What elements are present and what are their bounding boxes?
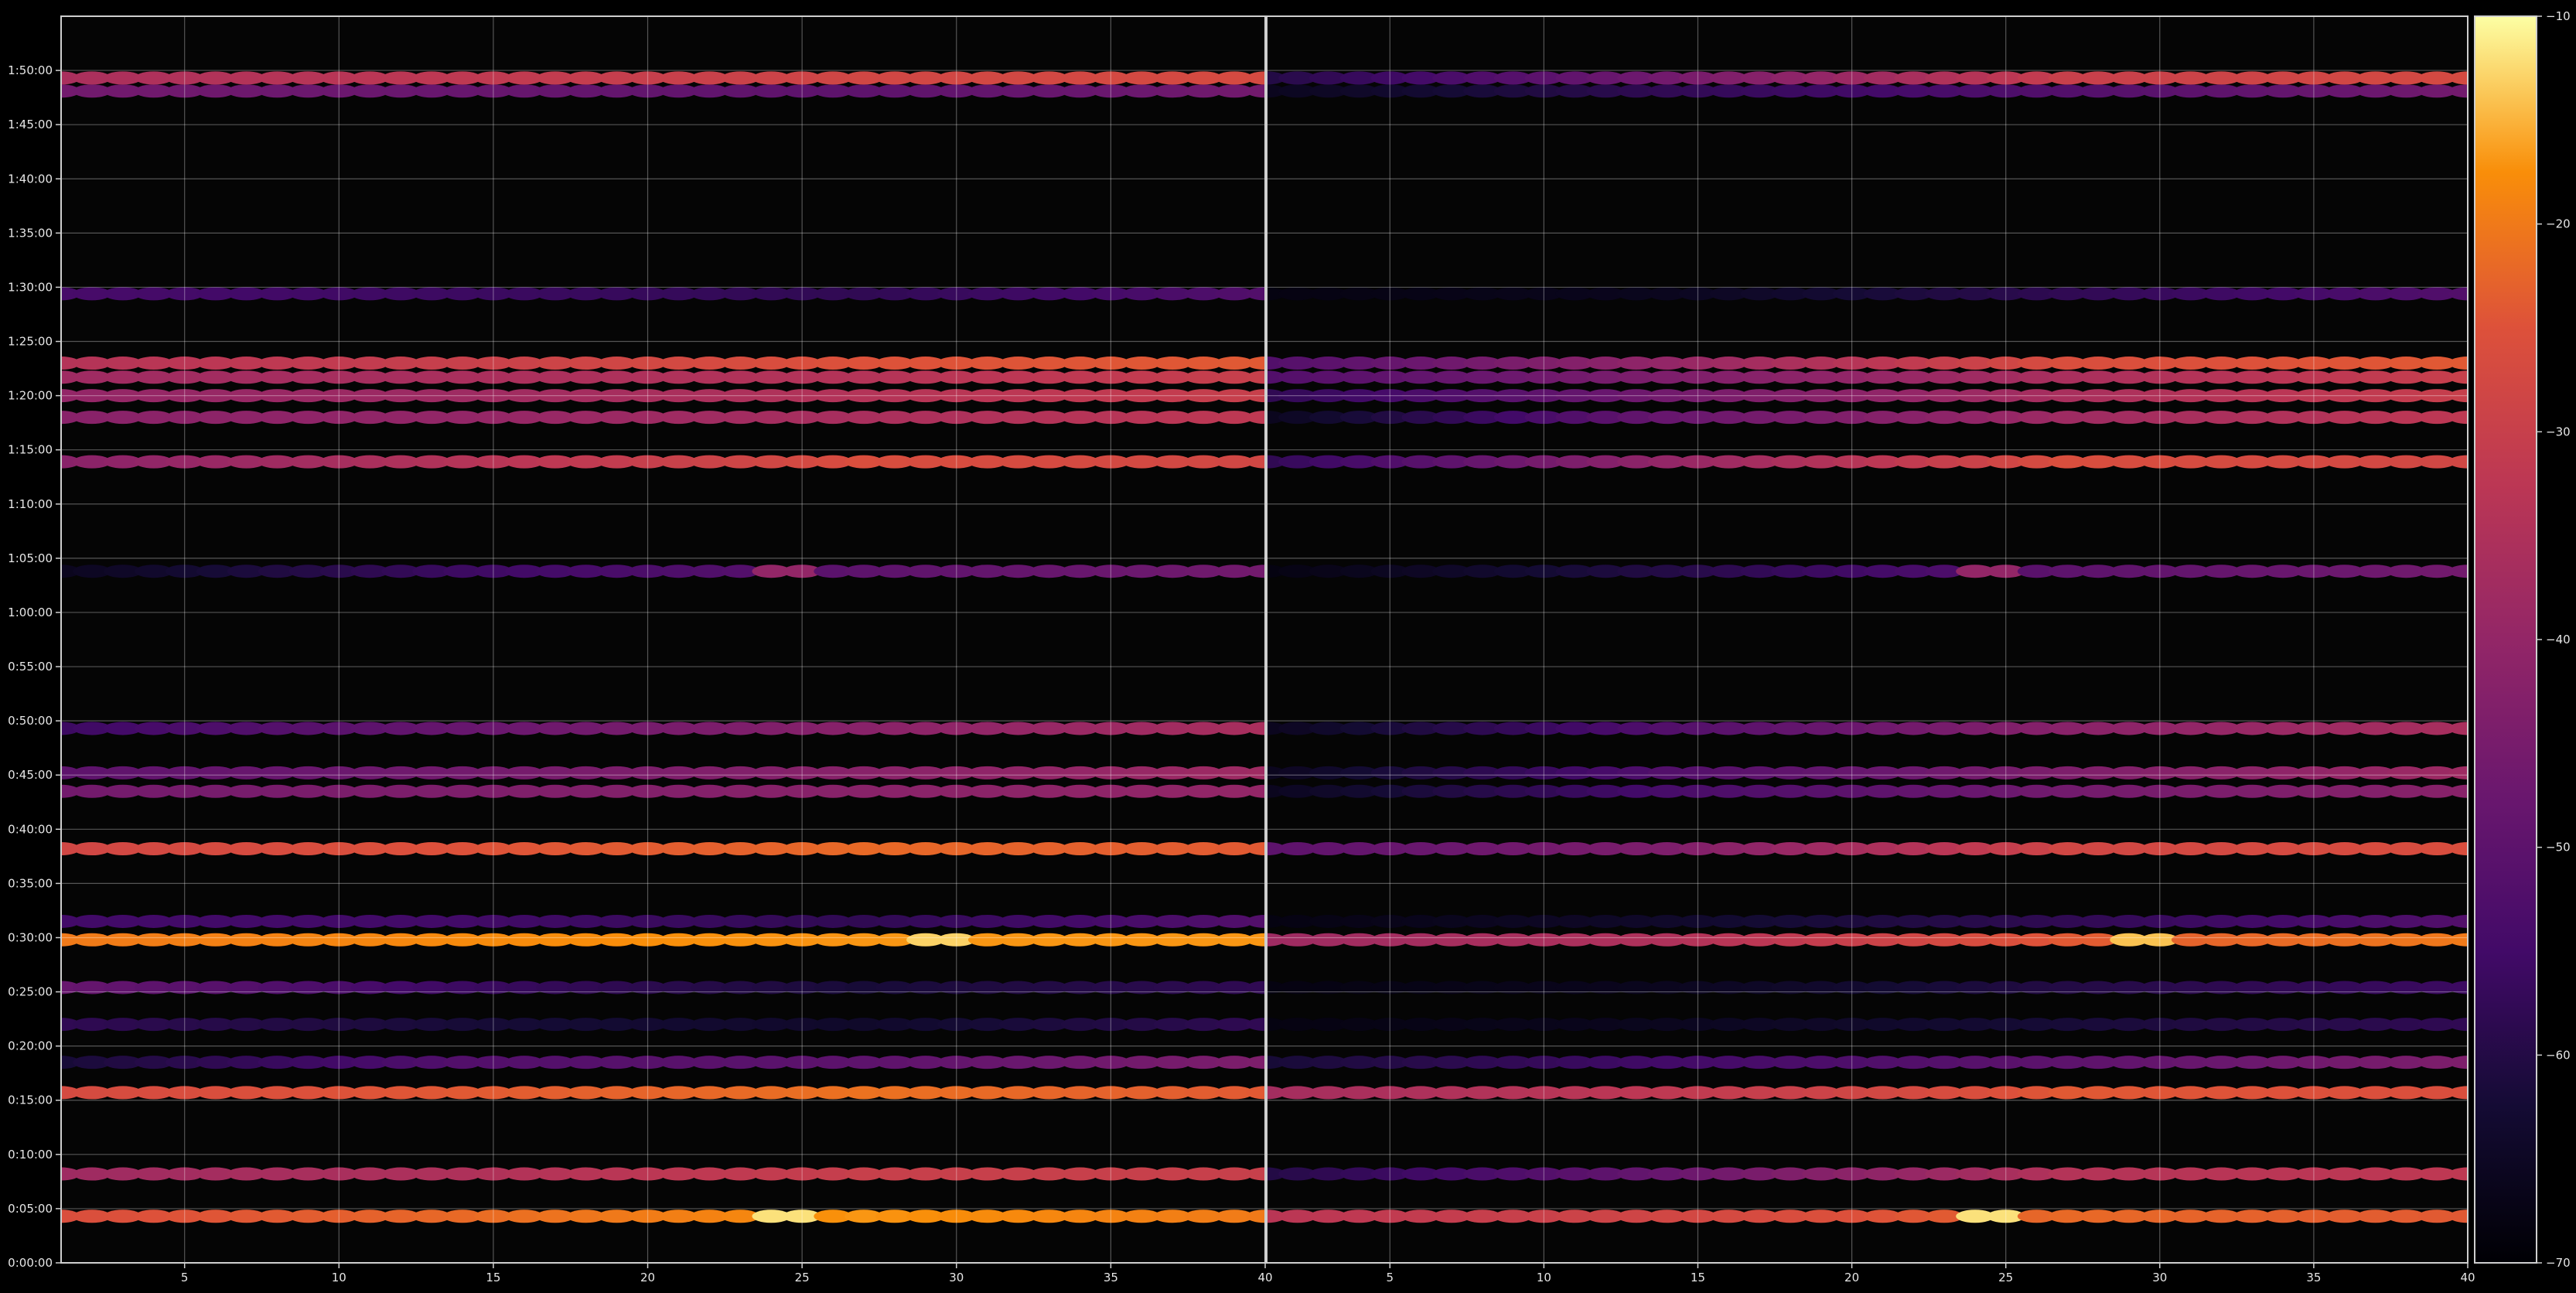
colorbar-tick-label: −40	[2546, 633, 2571, 646]
y-tick-label: 0:30:00	[8, 930, 53, 944]
x-tick-label: 5	[1387, 1271, 1394, 1284]
x-tick-label: 40	[1257, 1271, 1272, 1284]
y-tick-label: 1:25:00	[8, 335, 53, 349]
colorbar-tick-label: −50	[2546, 841, 2571, 855]
y-tick-label: 0:00:00	[8, 1256, 53, 1270]
y-tick-label: 1:30:00	[8, 280, 53, 294]
x-tick-label: 30	[2152, 1271, 2167, 1284]
x-tick-label: 5	[181, 1271, 189, 1284]
y-tick-label: 1:45:00	[8, 118, 53, 131]
y-tick-label: 0:20:00	[8, 1039, 53, 1053]
colorbar-tick-label: −10	[2546, 9, 2571, 23]
y-tick-label: 0:35:00	[8, 876, 53, 890]
y-tick-label: 0:40:00	[8, 822, 53, 836]
x-axis-left: 5 10 15 20 25 30 35 40	[181, 1263, 1273, 1284]
colorbar-tick-label: −30	[2546, 425, 2571, 438]
colorbar-tick-label: −60	[2546, 1048, 2571, 1062]
x-tick-label: 15	[486, 1271, 500, 1284]
colorbar-tick-label: −20	[2546, 217, 2571, 231]
x-axis-right: 5 10 15 20 25 30 35 40	[1387, 1263, 2475, 1284]
y-tick-label: 1:00:00	[8, 606, 53, 619]
x-tick-label: 10	[1537, 1271, 1551, 1284]
x-tick-label: 35	[2306, 1271, 2321, 1284]
panel-right	[1266, 15, 2469, 1264]
x-tick-label: 25	[1998, 1271, 2013, 1284]
y-tick-label: 0:15:00	[8, 1093, 53, 1107]
y-tick-label: 1:20:00	[8, 389, 53, 403]
heatmap-chart: 0:00:00 0:05:00 0:10:00 0:15:00 0:20:00 0:25:…	[8, 9, 2571, 1284]
panel-right-background	[1267, 16, 2468, 1263]
y-tick-label: 1:35:00	[8, 226, 53, 240]
y-tick-label: 0:45:00	[8, 768, 53, 782]
x-tick-label: 20	[1844, 1271, 1859, 1284]
colorbar-ticks: −70 −60 −50 −40 −30 −20 −10	[2537, 9, 2571, 1270]
x-tick-label: 25	[795, 1271, 810, 1284]
y-tick-label: 0:25:00	[8, 985, 53, 999]
x-tick-label: 20	[640, 1271, 655, 1284]
panel-left-background	[61, 16, 1265, 1263]
y-tick-label: 1:15:00	[8, 443, 53, 457]
x-tick-label: 40	[2460, 1271, 2475, 1284]
x-tick-label: 35	[1104, 1271, 1118, 1284]
y-tick-label: 1:40:00	[8, 172, 53, 186]
y-tick-label: 0:10:00	[8, 1148, 53, 1162]
colorbar-tick-label: −70	[2546, 1256, 2571, 1270]
x-tick-label: 15	[1691, 1271, 1705, 1284]
colorbar-gradient	[2475, 16, 2537, 1263]
y-tick-label: 0:50:00	[8, 714, 53, 728]
colorbar: −70 −60 −50 −40 −30 −20 −10	[2474, 9, 2571, 1270]
y-tick-label: 0:55:00	[8, 660, 53, 674]
y-tick-label: 1:10:00	[8, 497, 53, 511]
x-tick-label: 10	[332, 1271, 346, 1284]
y-tick-label: 1:05:00	[8, 551, 53, 565]
panel-left	[60, 15, 1266, 1264]
y-axis: 0:00:00 0:05:00 0:10:00 0:15:00 0:20:00 0:25:…	[8, 63, 61, 1270]
y-tick-label: 1:50:00	[8, 63, 53, 77]
x-tick-label: 30	[949, 1271, 964, 1284]
y-tick-label: 0:05:00	[8, 1202, 53, 1216]
